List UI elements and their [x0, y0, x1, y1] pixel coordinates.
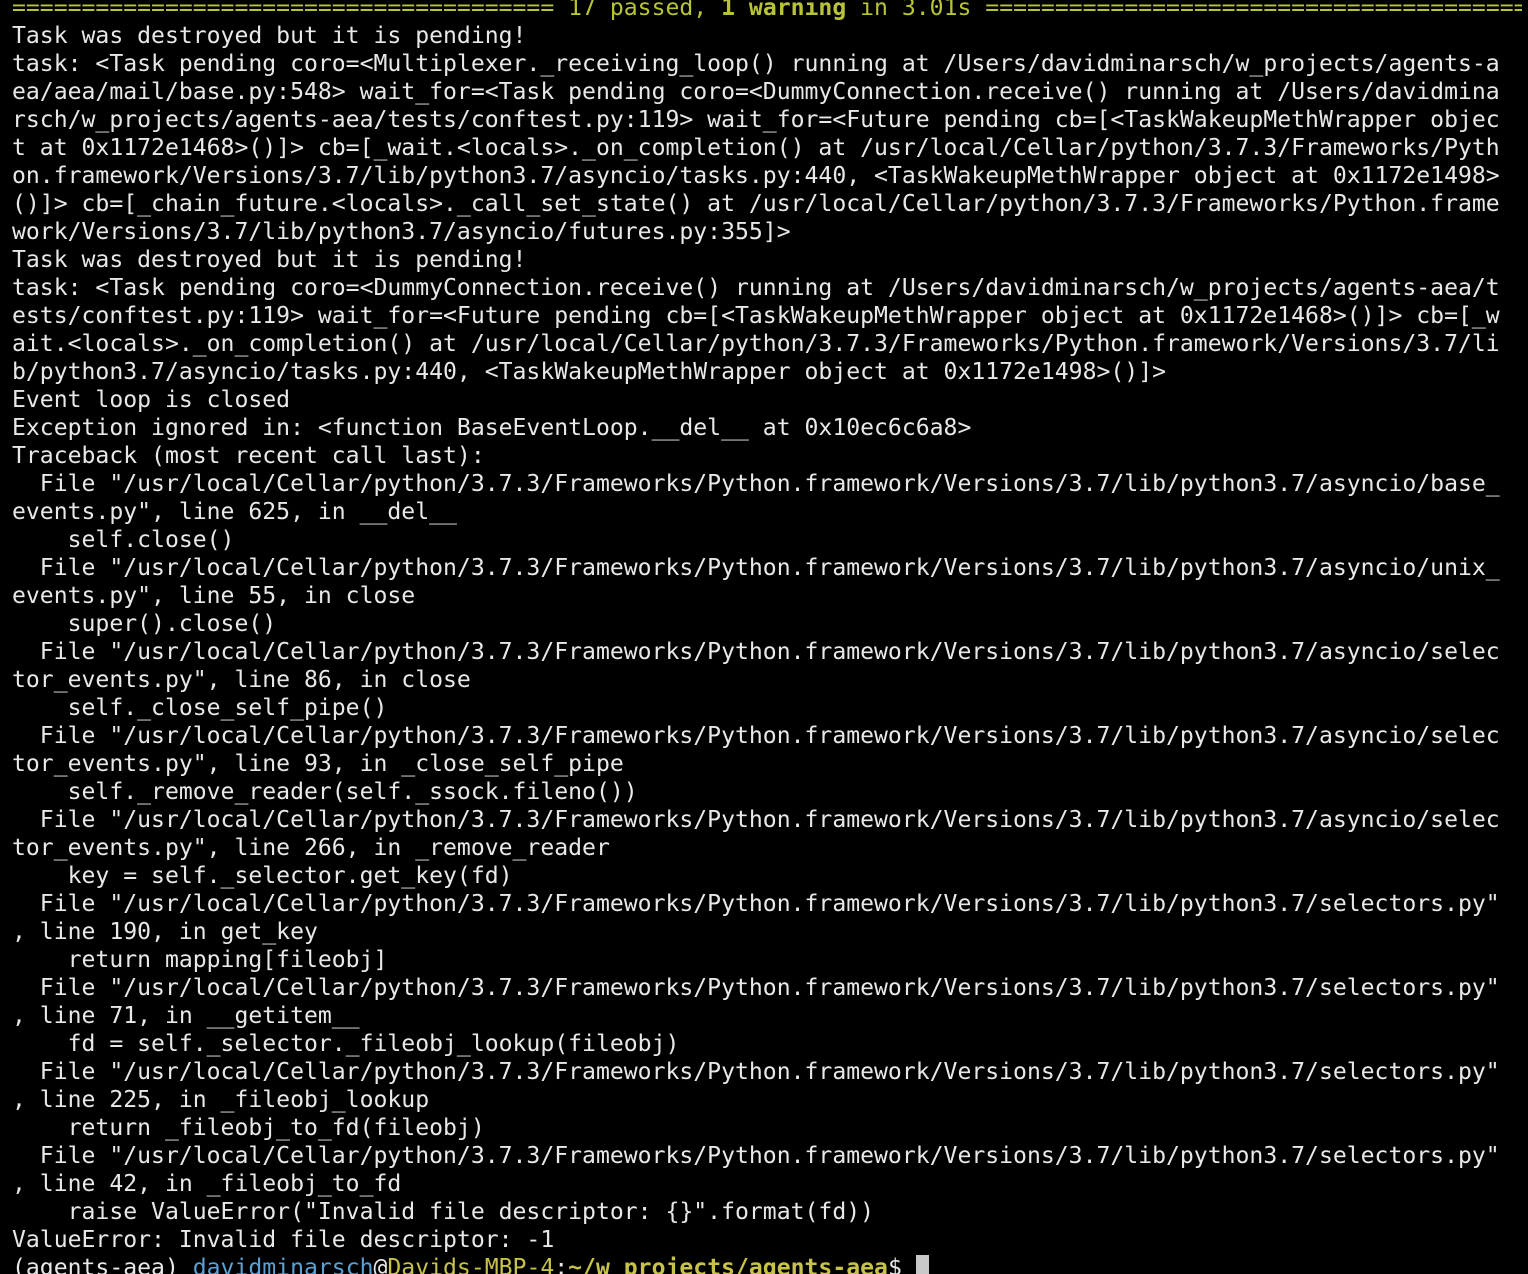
summary-left-rule: ======================================= — [12, 0, 569, 21]
output-line: self._close_self_pipe() — [12, 695, 388, 721]
output-line: task: <Task pending coro=<DummyConnectio… — [12, 275, 1500, 301]
summary-right-rule: ======================================== — [985, 0, 1522, 21]
output-line: return mapping[fileobj] — [12, 947, 388, 973]
output-line: b/python3.7/asyncio/tasks.py:440, <TaskW… — [12, 359, 1166, 385]
output-line: raise ValueError("Invalid file descripto… — [12, 1199, 875, 1225]
prompt-user: davidminarsch — [192, 1255, 374, 1274]
shell-prompt-line[interactable]: (agents-aea) davidminarsch@Davids-MBP-4:… — [12, 1254, 1522, 1274]
output-line: self._remove_reader(self._ssock.fileno()… — [12, 779, 638, 805]
text-cursor[interactable] — [915, 1255, 929, 1274]
output-line: ests/conftest.py:119> wait_for=<Future p… — [12, 303, 1500, 329]
output-line: ea/aea/mail/base.py:548> wait_for=<Task … — [12, 79, 1500, 105]
output-line: fd = self._selector._fileobj_lookup(file… — [12, 1031, 680, 1057]
summary-passed-count: 17 passed — [568, 0, 694, 21]
output-line: , line 71, in __getitem__ — [12, 1003, 360, 1029]
output-line: Event loop is closed — [12, 387, 291, 413]
output-line: on.framework/Versions/3.7/lib/python3.7/… — [12, 163, 1500, 189]
output-line: tor_events.py", line 266, in _remove_rea… — [12, 835, 610, 861]
prompt-colon: : — [554, 1255, 569, 1274]
output-line: , line 190, in get_key — [12, 919, 318, 945]
prompt-host: Davids-MBP-4 — [387, 1255, 555, 1274]
summary-warning-count: 1 warning — [721, 0, 847, 21]
output-line: File "/usr/local/Cellar/python/3.7.3/Fra… — [12, 639, 1500, 665]
output-line: File "/usr/local/Cellar/python/3.7.3/Fra… — [12, 975, 1500, 1001]
output-line: File "/usr/local/Cellar/python/3.7.3/Fra… — [12, 723, 1500, 749]
prompt-path: ~/w_projects/agents-aea — [568, 1255, 888, 1274]
output-line: Exception ignored in: <function BaseEven… — [12, 415, 972, 441]
output-line: t at 0x1172e1468>()]> cb=[_wait.<locals>… — [12, 135, 1500, 161]
terminal-window[interactable]: ======================================= … — [0, 0, 1528, 1274]
output-line: key = self._selector.get_key(fd) — [12, 863, 513, 889]
output-line: File "/usr/local/Cellar/python/3.7.3/Fra… — [12, 807, 1500, 833]
output-line: File "/usr/local/Cellar/python/3.7.3/Fra… — [12, 1143, 1500, 1169]
output-line: events.py", line 55, in close — [12, 583, 416, 609]
prompt-symbol: $ — [887, 1255, 916, 1274]
output-line: task: <Task pending coro=<Multiplexer._r… — [12, 51, 1500, 77]
output-line: events.py", line 625, in __del__ — [12, 499, 457, 525]
output-line: rsch/w_projects/agents-aea/tests/conftes… — [12, 107, 1500, 133]
output-line: ait.<locals>._on_completion() at /usr/lo… — [12, 331, 1500, 357]
output-line: File "/usr/local/Cellar/python/3.7.3/Fra… — [12, 891, 1500, 917]
output-line: , line 225, in _fileobj_lookup — [12, 1087, 430, 1113]
output-line: File "/usr/local/Cellar/python/3.7.3/Fra… — [12, 555, 1500, 581]
summary-timing: in 3.01s — [846, 0, 986, 21]
output-line: Task was destroyed but it is pending! — [12, 23, 527, 49]
output-line: self.close() — [12, 527, 235, 553]
output-line: tor_events.py", line 86, in close — [12, 667, 471, 693]
summary-separator: , — [693, 0, 722, 21]
output-line: Traceback (most recent call last): — [12, 443, 485, 469]
pytest-summary-line: ======================================= … — [12, 0, 1522, 22]
output-line: ()]> cb=[_chain_future.<locals>._call_se… — [12, 191, 1500, 217]
output-line: return _fileobj_to_fd(fileobj) — [12, 1115, 485, 1141]
output-line: super().close() — [12, 611, 277, 637]
output-lines: Task was destroyed but it is pending! tas… — [12, 22, 1522, 1254]
output-line: work/Versions/3.7/lib/python3.7/asyncio/… — [12, 219, 791, 245]
output-line: Task was destroyed but it is pending! — [12, 247, 527, 273]
output-line: File "/usr/local/Cellar/python/3.7.3/Fra… — [12, 1059, 1500, 1085]
output-line: File "/usr/local/Cellar/python/3.7.3/Fra… — [12, 471, 1500, 497]
prompt-at-sign: @ — [373, 1255, 388, 1274]
terminal-output: ======================================= … — [12, 0, 1522, 1274]
prompt-env: (agents-aea) — [12, 1255, 193, 1274]
output-line: tor_events.py", line 93, in _close_self_… — [12, 751, 624, 777]
output-line: , line 42, in _fileobj_to_fd — [12, 1171, 402, 1197]
output-line: ValueError: Invalid file descriptor: -1 — [12, 1227, 555, 1253]
